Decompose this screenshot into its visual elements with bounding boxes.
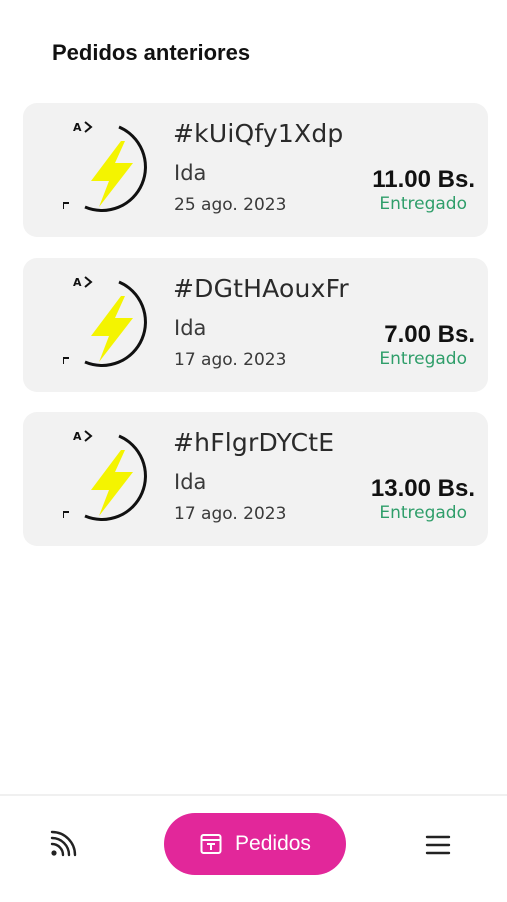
order-date: 17 ago. 2023 (174, 504, 287, 524)
order-price: 7.00 Bs. (384, 321, 475, 348)
order-date: 25 ago. 2023 (174, 195, 287, 215)
svg-text:A: A (73, 276, 82, 289)
order-code: #DGtHAouxFr (173, 274, 349, 303)
order-code: #kUiQfy1Xdp (173, 119, 344, 148)
order-card[interactable]: A B #kUiQfy1Xdp Ida 25 ago. 2023 11.00 B… (23, 103, 488, 237)
order-price: 11.00 Bs. (372, 166, 475, 193)
delivery-bolt-logo-icon: A B (63, 121, 147, 212)
order-card[interactable]: A B #hFlgrDYCtE Ida 17 ago. 2023 13.00 B… (23, 412, 488, 546)
nav-pedidos-button[interactable]: Pedidos (164, 813, 346, 875)
order-code: #hFlgrDYCtE (173, 428, 335, 457)
svg-text:A: A (73, 121, 82, 134)
order-status: Entregado (379, 194, 467, 214)
order-status: Entregado (379, 349, 467, 369)
order-date: 17 ago. 2023 (174, 350, 287, 370)
svg-text:A: A (73, 430, 82, 443)
delivery-bolt-logo-icon: A B (63, 430, 147, 521)
order-type: Ida (174, 161, 207, 185)
bottom-nav: Pedidos (0, 794, 507, 902)
order-status: Entregado (379, 503, 467, 523)
nav-pedidos-label: Pedidos (235, 832, 311, 855)
rss-icon[interactable] (47, 830, 77, 860)
order-price: 13.00 Bs. (370, 475, 475, 502)
order-type: Ida (174, 470, 207, 494)
menu-icon[interactable] (425, 832, 451, 858)
receipt-icon (200, 834, 222, 854)
delivery-bolt-logo-icon: A B (63, 276, 147, 367)
order-card[interactable]: A B #DGtHAouxFr Ida 17 ago. 2023 7.00 Bs… (23, 258, 488, 392)
order-type: Ida (174, 316, 207, 340)
page-title: Pedidos anteriores (52, 40, 251, 65)
